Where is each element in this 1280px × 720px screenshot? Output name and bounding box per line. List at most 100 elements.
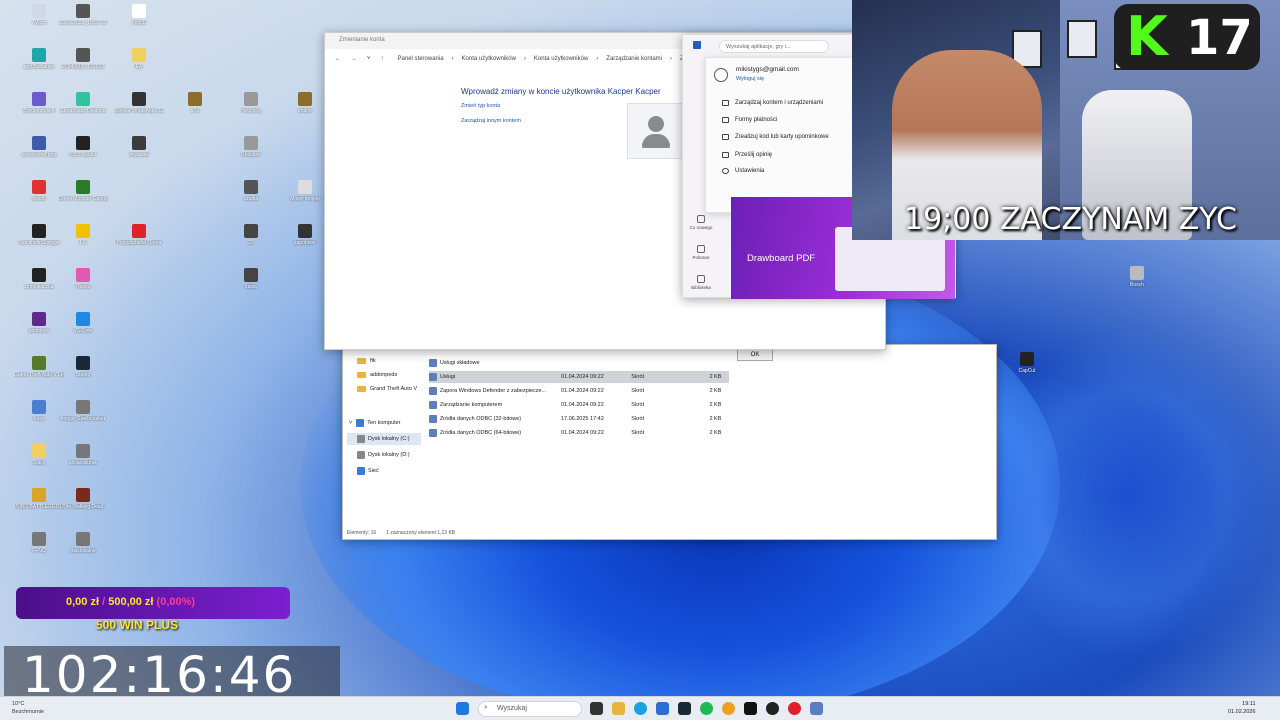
table-row[interactable]: Źródła danych ODBC (32-bitowe) 17.06.2025…	[429, 413, 729, 425]
table-row[interactable]: Usługi składowe	[429, 357, 729, 369]
desktop-icon[interactable]: img00	[114, 4, 164, 26]
desktop-icon[interactable]: gridstone	[14, 312, 64, 334]
up-arrow-icon[interactable]: ↑	[381, 56, 384, 62]
desktop-icon[interactable]: OBS Studio	[58, 136, 108, 158]
breadcrumb-item[interactable]: Zarządzanie kontami	[606, 56, 662, 62]
tree-item-drive-d[interactable]: Dysk lokalny (D:)	[357, 449, 410, 461]
desktop-icon[interactable]: FFNO	[14, 532, 64, 554]
desktop-icon[interactable]: Grand Theft Auto V Legacy	[14, 356, 64, 378]
steam-icon[interactable]	[678, 702, 691, 715]
desktop-icon[interactable]: Mowy projekt	[280, 180, 330, 202]
tree-item-this-pc[interactable]: ˅ Ten komputer	[349, 417, 401, 429]
desktop-icon[interactable]: Zdjęcia WhatsApp 2024-05-20 o 16.31	[114, 92, 164, 114]
table-row[interactable]: Źródła danych ODBC (64-bitowe) 01.04.2024…	[429, 427, 729, 439]
taskbar-search[interactable]: ⌕ Wyszukaj	[478, 701, 582, 717]
folder-item[interactable]: addonpeds	[357, 369, 397, 381]
table-row[interactable]: Zapora Windows Defender z zabezpiecze...…	[429, 385, 729, 397]
store-search-input[interactable]: Wyszukaj aplikacje, gry i...	[719, 40, 829, 53]
tree-item-drive-c[interactable]: Dysk lokalny (C:)	[347, 433, 421, 445]
desktop-icon[interactable]: kasia	[226, 268, 276, 290]
desktop-icon[interactable]: FK	[58, 224, 108, 246]
desktop-icon[interactable]: Streamlabs Desktop	[58, 92, 108, 114]
store-icon[interactable]	[656, 702, 669, 715]
file-explorer-window[interactable]: ftk addonpeds Grand Theft Auto V ˅ Ten ko…	[342, 344, 997, 540]
start-button[interactable]	[456, 702, 469, 715]
breadcrumb-item[interactable]: Konta użytkowników	[534, 56, 588, 62]
desktop-icon[interactable]: StockholmStorage	[14, 224, 64, 246]
desktop-icon[interactable]: miyazaki	[114, 136, 164, 158]
forward-arrow-icon[interactable]: →	[351, 56, 357, 62]
desktop-icon[interactable]: Bosch	[1112, 266, 1162, 288]
desktop-icon[interactable]: Przeglądarka Opera	[114, 224, 164, 246]
menu-item-feedback[interactable]: Prześlij opinię	[722, 152, 772, 158]
ok-button[interactable]: OK	[737, 349, 773, 361]
desktop-icon[interactable]: stolarskibrak	[58, 444, 108, 466]
desktop-icon[interactable]: s7a	[170, 92, 220, 114]
desktop-icon[interactable]: Green Monster Gaming Chanel	[58, 180, 108, 202]
obs-icon[interactable]	[766, 702, 779, 715]
manage-another-account-link[interactable]: Zarządzaj innym kontem	[461, 118, 521, 124]
goal-subtitle: 500 WIN PLUS	[96, 618, 179, 632]
desktop-icon[interactable]: CapCut	[1002, 352, 1052, 374]
desktop-icon[interactable]: screenshot.png	[14, 136, 64, 158]
change-account-type-link[interactable]: Zmień typ konta	[461, 103, 500, 109]
desktop-icon[interactable]: Stacy	[14, 444, 64, 466]
desktop-icon[interactable]: iTunes	[58, 268, 108, 290]
spotify-icon[interactable]	[700, 702, 713, 715]
device-icon	[722, 100, 729, 106]
desktop-icon[interactable]: app.Bulbanite	[14, 48, 64, 70]
opera-icon[interactable]	[788, 702, 801, 715]
desktop-icon[interactable]: 7Micro	[14, 4, 64, 26]
task-view-icon[interactable]	[590, 702, 603, 715]
back-arrow-icon[interactable]: ←	[335, 56, 341, 62]
table-row[interactable]: Usługi 01.04.2024 09:22 Skrót 2 KB	[429, 371, 729, 383]
weather-widget[interactable]: 10°C Bezchmurnie	[12, 700, 44, 716]
breadcrumb[interactable]: Panel sterowania › Konta użytkowników › Kont…	[398, 56, 690, 62]
app-icon	[32, 4, 46, 18]
desktop-icon[interactable]: 23.06.2023_18:37:29	[58, 4, 108, 26]
sidebar-item-whats-new[interactable]: Co nowego	[687, 215, 715, 230]
desktop-icon[interactable]: EA	[114, 48, 164, 70]
desktop-icon[interactable]: czatka	[226, 180, 276, 202]
desktop-icon[interactable]: VSCode	[58, 312, 108, 334]
desktop-icon[interactable]: PUBG BATTLEGROUNDS	[14, 488, 64, 510]
desktop-icon[interactable]: zapobnior	[280, 224, 330, 246]
folder-item[interactable]: ftk	[357, 355, 376, 367]
desktop-icon[interactable]: miki.jpeg	[226, 92, 276, 114]
desktop-icon[interactable]: Rezalute	[226, 136, 276, 158]
desktop-icon[interactable]: gesdk	[14, 180, 64, 202]
desktop-icon[interactable]: image	[280, 92, 330, 114]
table-row[interactable]: Zarządzanie komputerem 01.04.2024 09:22 Sk…	[429, 399, 729, 411]
desktop-icon[interactable]: maxlokalne	[58, 532, 108, 554]
computer-icon	[356, 419, 365, 427]
sign-out-link[interactable]: Wyloguj się	[736, 76, 764, 82]
desktop-icon[interactable]: 22	[226, 224, 276, 246]
menu-item-redeem[interactable]: Zrealizuj kod lub karty upominkowe	[722, 134, 829, 140]
folder-item[interactable]: Grand Theft Auto V	[357, 383, 417, 395]
tiktok-icon[interactable]	[744, 702, 757, 715]
desktop-icon[interactable]: Steam	[58, 356, 108, 378]
sidebar-item-downloads[interactable]: Pobrane	[687, 245, 715, 260]
chevron-down-icon[interactable]: ˅	[367, 56, 371, 62]
tree-item-network[interactable]: Sieć	[357, 465, 379, 477]
breadcrumb-item[interactable]: Konta użytkowników	[462, 56, 516, 62]
menu-item-payment[interactable]: Formy płatności	[722, 117, 777, 123]
desktop-icon[interactable]: zimnokaczka	[14, 268, 64, 290]
app-icon[interactable]	[722, 702, 735, 715]
clock[interactable]: 19:11 01.02.2026	[1228, 700, 1256, 716]
edge-icon[interactable]	[634, 702, 647, 715]
menu-item-settings[interactable]: Ustawienia	[722, 168, 764, 174]
account-menu[interactable]: mikistygs@gmail.com Wyloguj się Zarządza…	[705, 57, 855, 213]
app-icon[interactable]	[810, 702, 823, 715]
sidebar-item-library[interactable]: Biblioteka	[687, 275, 715, 290]
menu-item-manage-account[interactable]: Zarządzaj kontem i urządzeniami	[722, 100, 823, 106]
desktop-icon[interactable]: Image_Spellbreaker	[58, 400, 108, 422]
app-icon	[76, 180, 90, 194]
file-explorer-icon[interactable]	[612, 702, 625, 715]
desktop-icon[interactable]: The Walking Dead	[58, 488, 108, 510]
breadcrumb-item[interactable]: Panel sterowania	[398, 56, 444, 62]
promo-title: Drawboard PDF	[747, 253, 816, 264]
desktop-icon[interactable]: Borderlands 4	[14, 92, 64, 114]
desktop-icon[interactable]: Kosz	[14, 400, 64, 422]
desktop-icon[interactable]: 20240808_130103	[58, 48, 108, 70]
